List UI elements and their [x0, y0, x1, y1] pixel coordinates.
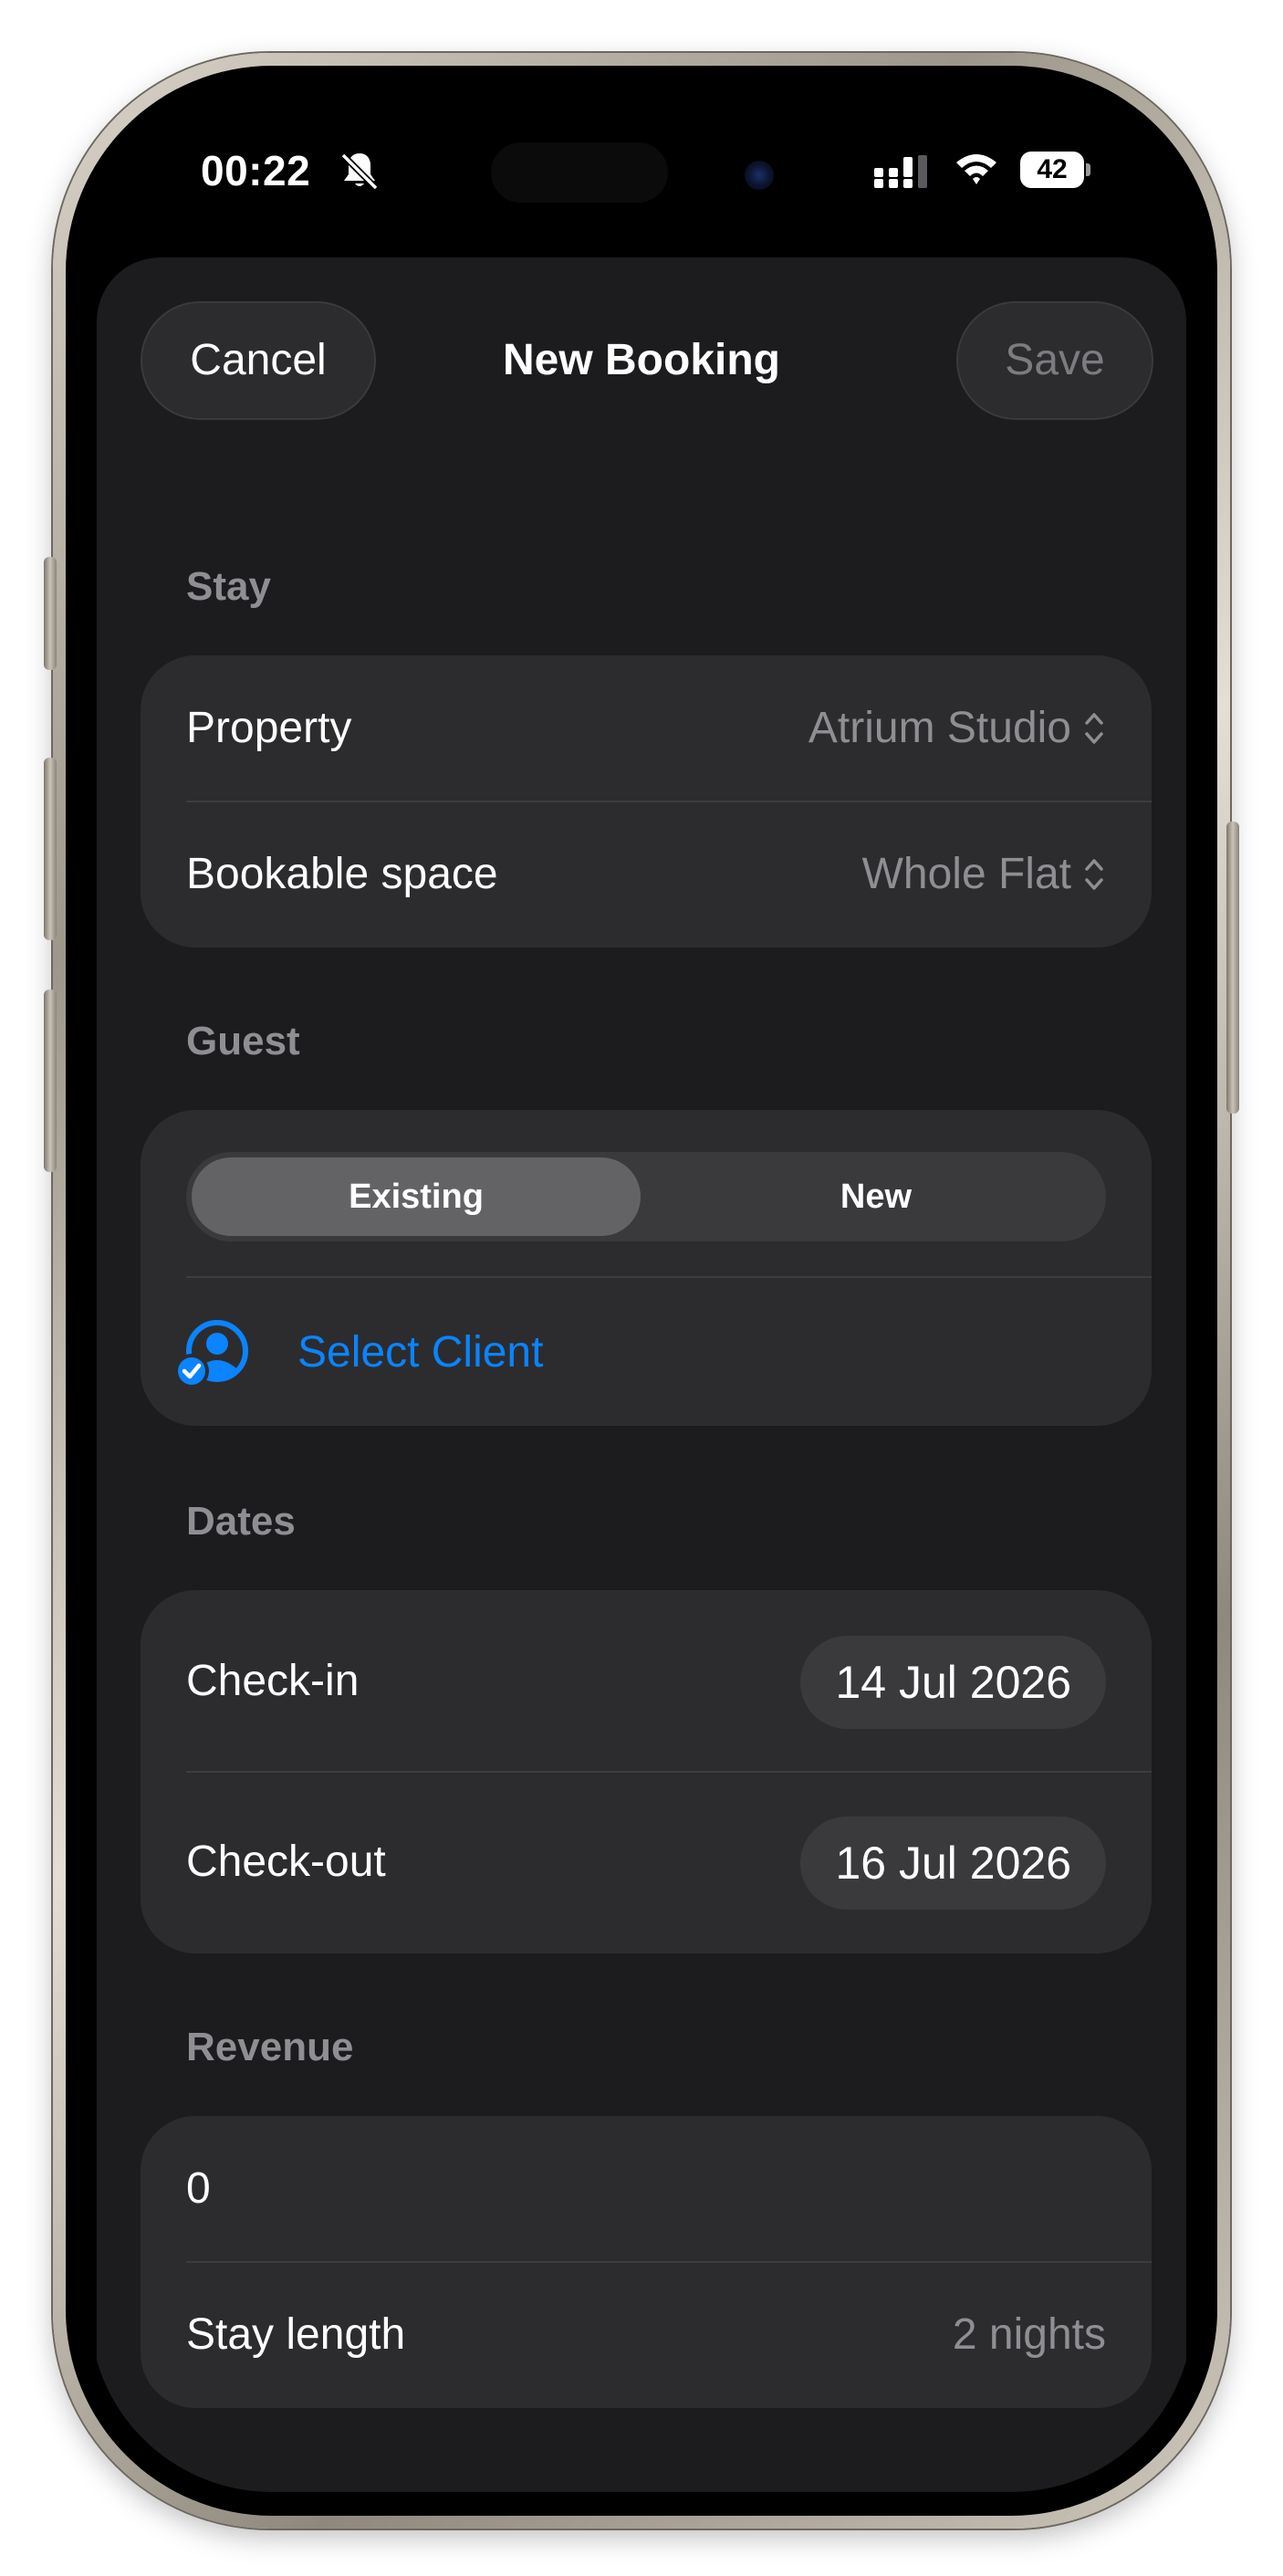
revenue-field[interactable]: 0 [186, 2116, 1106, 2262]
screen: 00:22 42 Cancel New Booking Save Stay Pr… [89, 89, 1194, 2492]
battery-tip [1086, 163, 1090, 176]
property-picker[interactable]: Property Atrium Studio [186, 655, 1106, 801]
property-value: Atrium Studio [808, 704, 1071, 752]
property-value-group: Atrium Studio [808, 655, 1106, 801]
section-header-guest: Guest [186, 1019, 300, 1063]
bookable-space-label: Bookable space [186, 850, 498, 898]
new-booking-sheet: Cancel New Booking Save Stay Property At… [97, 257, 1186, 2492]
check-out-date-button[interactable]: 16 Jul 2026 [800, 1817, 1106, 1910]
section-header-revenue: Revenue [186, 2025, 354, 2069]
divider [186, 1771, 1152, 1773]
property-label: Property [186, 704, 352, 752]
status-time: 00:22 [201, 147, 311, 194]
device-canvas: 00:22 42 Cancel New Booking Save Stay Pr… [0, 0, 1283, 2576]
section-header-stay: Stay [186, 564, 271, 609]
check-in-label: Check-in [186, 1657, 360, 1705]
check-out-label: Check-out [186, 1838, 386, 1886]
revenue-card: 0 Stay length 2 nights [141, 2116, 1152, 2408]
chevron-up-down-icon [1085, 859, 1103, 890]
battery-level: 42 [1020, 152, 1084, 188]
bell-slash-icon [340, 152, 379, 191]
stay-card: Property Atrium Studio Bookable space Wh… [141, 655, 1152, 948]
check-in-row: Check-in 14 Jul 2026 [186, 1608, 1106, 1754]
chevron-up-down-icon [1085, 713, 1103, 744]
dates-card: Check-in 14 Jul 2026 Check-out 16 Jul 20… [141, 1590, 1152, 1953]
stay-length-row: Stay length 2 nights [186, 2262, 1106, 2408]
save-button[interactable]: Save [956, 301, 1153, 420]
power-button [1226, 822, 1239, 1114]
action-button [44, 557, 57, 670]
bookable-space-picker[interactable]: Bookable space Whole Flat [186, 801, 1106, 948]
check-out-row: Check-out 16 Jul 2026 [186, 1789, 1106, 1935]
check-in-date-button[interactable]: 14 Jul 2026 [800, 1636, 1106, 1729]
dynamic-island [491, 142, 668, 203]
volume-down-button [44, 990, 57, 1172]
cancel-button[interactable]: Cancel [141, 301, 376, 420]
volume-up-button [44, 758, 57, 940]
bookable-space-value-group: Whole Flat [862, 801, 1106, 948]
page-title: New Booking [502, 336, 780, 384]
segment-new[interactable]: New [652, 1157, 1100, 1236]
divider [186, 1276, 1152, 1278]
guest-card: Existing New Select Client [141, 1110, 1152, 1426]
stay-length-label: Stay length [186, 2310, 406, 2359]
wifi-icon [956, 154, 996, 184]
bookable-space-value: Whole Flat [861, 850, 1071, 898]
front-camera [745, 161, 774, 190]
revenue-amount-input[interactable]: 0 [186, 2116, 211, 2262]
segment-existing[interactable]: Existing [192, 1157, 641, 1236]
signal-icon [874, 155, 927, 188]
guest-type-segmented-control: Existing New [186, 1152, 1106, 1241]
person-checkmark-icon [174, 1320, 248, 1388]
select-client-button[interactable]: Select Client [297, 1314, 543, 1391]
stay-length-value: 2 nights [952, 2310, 1106, 2359]
section-header-dates: Dates [186, 1499, 296, 1544]
battery-icon: 42 [1020, 152, 1090, 188]
